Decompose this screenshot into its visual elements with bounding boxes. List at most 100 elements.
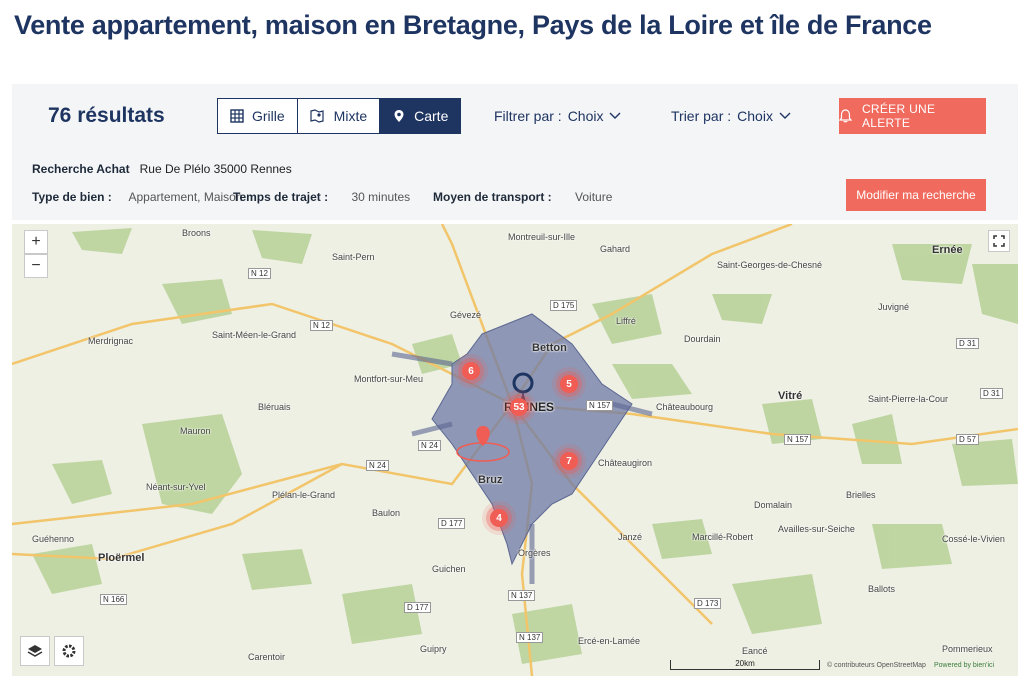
property-type-value: Appartement, Maison bbox=[128, 190, 243, 204]
search-criteria-value: Rue De Plélo 35000 Rennes bbox=[139, 162, 292, 176]
map-attribution[interactable]: © contributeurs OpenStreetMap bbox=[827, 662, 926, 669]
travel-time-label: Temps de trajet : bbox=[233, 190, 329, 204]
road-label: N 137 bbox=[516, 632, 544, 643]
filter-dropdown[interactable]: Filtrer par : Choix bbox=[494, 108, 621, 124]
property-type-criteria: Type de bien : Appartement, Maison bbox=[32, 190, 243, 204]
place-label: Mauron bbox=[180, 426, 211, 436]
road-label: N 24 bbox=[366, 460, 389, 471]
search-toolbar: 76 résultats Grille Mixte Carte Filtrer … bbox=[12, 84, 1018, 220]
place-label: Marcillé-Robert bbox=[692, 532, 754, 542]
results-count: 76 résultats bbox=[48, 104, 165, 127]
place-label: Plélan-le-Grand bbox=[272, 490, 336, 500]
fullscreen-button[interactable] bbox=[988, 230, 1010, 252]
zoom-in-button[interactable]: + bbox=[24, 230, 48, 254]
road-label: N 12 bbox=[310, 320, 333, 331]
road-label: N 166 bbox=[100, 594, 128, 605]
powered-by[interactable]: Powered by bien'ici bbox=[934, 662, 994, 669]
road-label: D 31 bbox=[980, 388, 1003, 399]
view-mixed-label: Mixte bbox=[333, 108, 368, 124]
place-label: Carentoir bbox=[248, 652, 286, 662]
place-label: Eancé bbox=[742, 646, 768, 656]
place-label: Vitré bbox=[778, 390, 803, 402]
road-label: D 175 bbox=[550, 300, 578, 311]
road-label: D 173 bbox=[694, 598, 722, 609]
grid-icon bbox=[230, 109, 244, 123]
place-label: Cossé-le-Vivien bbox=[942, 534, 1005, 544]
map-list-icon bbox=[310, 109, 324, 123]
layers-button[interactable] bbox=[20, 636, 50, 666]
zoom-out-button[interactable]: − bbox=[24, 254, 48, 278]
place-label: Orgères bbox=[518, 548, 551, 558]
filter-value: Choix bbox=[567, 108, 604, 124]
travel-time-value: 30 minutes bbox=[351, 190, 411, 204]
place-label: Bruz bbox=[478, 474, 503, 486]
fullscreen-icon bbox=[993, 235, 1005, 247]
listing-cluster[interactable]: 5 bbox=[560, 375, 578, 393]
modify-search-button[interactable]: Modifier ma recherche bbox=[846, 179, 986, 211]
place-label: Châteaugiron bbox=[598, 458, 653, 468]
view-map-button[interactable]: Carte bbox=[380, 99, 461, 133]
road-label: N 157 bbox=[586, 400, 614, 411]
place-label: Châteaubourg bbox=[656, 402, 714, 412]
place-label: Néant-sur-Yvel bbox=[146, 482, 206, 492]
place-label: Guéhenno bbox=[32, 534, 75, 544]
page-title: Vente appartement, maison en Bretagne, P… bbox=[14, 10, 932, 40]
view-mixed-button[interactable]: Mixte bbox=[298, 99, 381, 133]
view-grid-label: Grille bbox=[252, 108, 285, 124]
listing-cluster[interactable]: 6 bbox=[462, 362, 480, 380]
transport-criteria: Moyen de transport : Voiture bbox=[433, 190, 612, 204]
listing-cluster[interactable]: 4 bbox=[490, 509, 508, 527]
road-label: D 31 bbox=[956, 338, 979, 349]
view-map-label: Carte bbox=[414, 108, 449, 124]
road-label: D 177 bbox=[404, 602, 432, 613]
place-label: Broons bbox=[182, 228, 211, 238]
place-label: Ploërmel bbox=[98, 552, 145, 564]
search-criteria: Recherche Achat Rue De Plélo 35000 Renne… bbox=[32, 162, 292, 176]
map-canvas bbox=[12, 224, 1018, 676]
place-label: Bléruais bbox=[258, 402, 291, 412]
place-label: Ercé-en-Lamée bbox=[578, 636, 641, 646]
chevron-down-icon bbox=[779, 112, 791, 119]
map-view[interactable]: + − Broons Saint-Pern Montreuil-sur-Ille… bbox=[12, 224, 1018, 676]
place-label: Liffré bbox=[616, 316, 636, 326]
place-label: Guipry bbox=[420, 644, 447, 654]
place-label: Janzé bbox=[618, 532, 643, 542]
sort-label: Trier par : bbox=[671, 108, 732, 124]
sort-dropdown[interactable]: Trier par : Choix bbox=[671, 108, 791, 124]
layers-icon bbox=[27, 645, 43, 657]
place-label: Saint-Pern bbox=[332, 252, 375, 262]
gear-icon bbox=[62, 644, 76, 658]
transport-label: Moyen de transport : bbox=[433, 190, 552, 204]
sort-value: Choix bbox=[737, 108, 773, 124]
create-alert-button[interactable]: CRÉER UNE ALERTE bbox=[839, 98, 986, 134]
place-label: Guichen bbox=[432, 564, 466, 574]
place-label: Merdrignac bbox=[88, 336, 134, 346]
place-label: Domalain bbox=[754, 500, 793, 510]
place-label: Dourdain bbox=[684, 334, 721, 344]
travel-time-criteria: Temps de trajet : 30 minutes bbox=[233, 190, 410, 204]
settings-button[interactable] bbox=[54, 636, 84, 666]
chevron-down-icon bbox=[609, 112, 621, 119]
view-grid-button[interactable]: Grille bbox=[218, 99, 298, 133]
place-label: Ernée bbox=[932, 244, 963, 256]
place-label: Brielles bbox=[846, 490, 876, 500]
place-label: Montfort-sur-Meu bbox=[354, 374, 424, 384]
place-label: Gahard bbox=[600, 244, 631, 254]
place-label: Pommerieux bbox=[942, 644, 993, 654]
place-label: Saint-Georges-de-Chesné bbox=[717, 260, 823, 270]
property-type-label: Type de bien : bbox=[32, 190, 112, 204]
place-label: Gévezé bbox=[450, 310, 482, 320]
filter-label: Filtrer par : bbox=[494, 108, 562, 124]
place-label: Baulon bbox=[372, 508, 401, 518]
place-label: Saint-Pierre-la-Cour bbox=[868, 394, 949, 404]
place-label: Betton bbox=[532, 342, 567, 354]
view-toggle: Grille Mixte Carte bbox=[217, 98, 462, 134]
place-label: Montreuil-sur-Ille bbox=[508, 232, 576, 242]
road-label: N 137 bbox=[508, 590, 536, 601]
place-label: Saint-Méen-le-Grand bbox=[212, 330, 297, 340]
road-label: N 24 bbox=[418, 440, 441, 451]
search-criteria-label: Recherche Achat bbox=[32, 162, 130, 176]
listing-cluster[interactable]: 53 bbox=[510, 398, 528, 416]
transport-value: Voiture bbox=[575, 190, 613, 204]
listing-cluster[interactable]: 7 bbox=[560, 452, 578, 470]
